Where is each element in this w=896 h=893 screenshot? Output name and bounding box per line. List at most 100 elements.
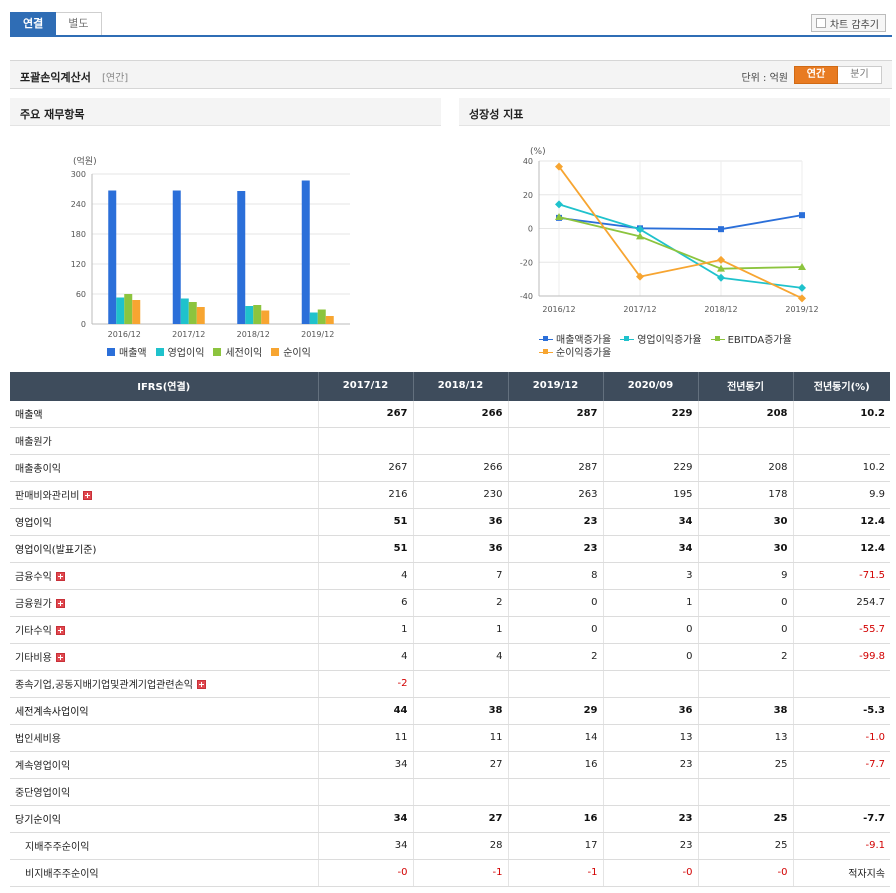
table-cell: 38 bbox=[412, 697, 508, 725]
table-cell: 44 bbox=[317, 697, 413, 725]
bar-1-3 bbox=[309, 312, 318, 324]
table-cell: 34 bbox=[602, 508, 698, 536]
legend-label: 영업이익증가율 bbox=[637, 335, 702, 346]
table-cell: 229 bbox=[602, 454, 698, 482]
x-tick-label: 2018/12 bbox=[704, 305, 737, 314]
row-label-cell: 매출원가 bbox=[10, 427, 318, 455]
table-cell: 36 bbox=[412, 508, 508, 536]
table-row: 금융원가 6 2 0 1 0 254.7 bbox=[10, 589, 890, 617]
bar-3-1 bbox=[196, 307, 205, 324]
point-1-0 bbox=[555, 200, 563, 209]
row-label: 법인세비용 bbox=[15, 734, 61, 745]
legend-item: 순이익 bbox=[271, 345, 311, 359]
table-cell: -7.7 bbox=[792, 751, 890, 779]
y-axis-label: (%) bbox=[530, 147, 546, 157]
table-cell: 29 bbox=[507, 697, 603, 725]
tab-separate[interactable]: 별도 bbox=[56, 12, 102, 36]
tab-annual[interactable]: 연간 bbox=[794, 66, 838, 84]
row-label-cell: 매출총이익 bbox=[10, 454, 318, 482]
table-cell: -9.1 bbox=[792, 832, 890, 860]
table-cell bbox=[792, 670, 890, 698]
table-cell: 34 bbox=[602, 535, 698, 563]
row-label: 비지배주주순이익 bbox=[25, 869, 99, 880]
row-label-cell: 기타수익 bbox=[10, 616, 318, 644]
column-header: IFRS(연결) bbox=[10, 372, 318, 400]
table-row: 영업이익 51 36 23 34 30 12.4 bbox=[10, 508, 890, 536]
table-cell bbox=[792, 427, 890, 455]
expand-plus-icon[interactable] bbox=[196, 680, 206, 689]
table-cell: 10.2 bbox=[792, 454, 890, 482]
expand-plus-icon[interactable] bbox=[55, 572, 65, 581]
table-cell: 0 bbox=[602, 616, 698, 644]
table-cell: 1 bbox=[317, 616, 413, 644]
row-label: 영업이익 bbox=[15, 518, 52, 529]
table-cell: 4 bbox=[412, 643, 508, 671]
row-label-cell: 영업이익 bbox=[10, 508, 318, 536]
table-cell: 4 bbox=[317, 562, 413, 590]
x-tick-label: 2019/12 bbox=[785, 305, 818, 314]
table-cell: 9.9 bbox=[792, 481, 890, 509]
table-cell: 0 bbox=[602, 643, 698, 671]
tab-consolidated[interactable]: 연결 bbox=[10, 12, 57, 36]
table-cell: -0 bbox=[697, 859, 793, 887]
major-items-legend: 매출액 영업이익 세전이익 순이익 bbox=[107, 345, 320, 359]
bar-1-1 bbox=[180, 298, 189, 324]
row-label-cell: 판매비와관리비 bbox=[10, 481, 318, 509]
table-cell: -1 bbox=[412, 859, 508, 887]
hide-chart-toggle[interactable]: 차트 감추기 bbox=[810, 14, 886, 32]
y-tick-label: 300 bbox=[71, 170, 86, 179]
expand-plus-icon[interactable] bbox=[83, 491, 93, 500]
bar-2-2 bbox=[253, 305, 262, 324]
period-toggle: 연간 분기 bbox=[794, 66, 882, 84]
legend-swatch bbox=[213, 347, 222, 356]
table-cell: -2 bbox=[317, 670, 413, 698]
legend-label: 순이익 bbox=[283, 348, 311, 359]
row-label-cell: 계속영업이익 bbox=[10, 751, 318, 779]
bar-1-2 bbox=[245, 306, 254, 324]
table-row: 종속기업,공동지배기업및관계기업관련손익 -2 bbox=[10, 670, 890, 698]
table-cell: 216 bbox=[317, 481, 413, 509]
y-tick-label: 240 bbox=[71, 200, 86, 209]
row-label: 종속기업,공동지배기업및관계기업관련손익 bbox=[15, 680, 193, 691]
table-cell: 23 bbox=[602, 832, 698, 860]
table-cell: 23 bbox=[602, 805, 698, 833]
tab-quarterly[interactable]: 분기 bbox=[838, 66, 882, 84]
table-cell: 12.4 bbox=[792, 508, 890, 536]
table-cell: 34 bbox=[317, 751, 413, 779]
table-cell bbox=[602, 778, 698, 806]
column-header: 전년동기 bbox=[697, 372, 793, 400]
table-cell: 23 bbox=[602, 751, 698, 779]
income-statement-table: IFRS(연결) 2017/12 2018/12 2019/12 2020/09 전년동기… bbox=[10, 372, 890, 887]
table-cell: 51 bbox=[317, 508, 413, 536]
y-tick-label: 180 bbox=[71, 230, 86, 239]
major-items-chart: (억원) 0 60 120 180 240 300 2016/12 2017/12 2018/12… bbox=[71, 155, 350, 339]
table-body: 매출액 267 266 287 229 208 10.2 매출원가 매출총이익 267 266 287… bbox=[10, 399, 890, 887]
table-row: 기타수익 1 1 0 0 0 -55.7 bbox=[10, 616, 890, 644]
legend-item: 세전이익 bbox=[213, 345, 262, 359]
row-label-cell: 매출액 bbox=[10, 399, 318, 428]
table-cell bbox=[697, 427, 793, 455]
table-cell: 10.2 bbox=[792, 399, 890, 428]
legend-item: 영업이익 bbox=[155, 345, 204, 359]
table-row: 법인세비용 11 11 14 13 13 -1.0 bbox=[10, 724, 890, 752]
unit-label: 단위 : 억원 bbox=[741, 73, 788, 84]
expand-plus-icon[interactable] bbox=[55, 653, 65, 662]
table-row: 매출원가 bbox=[10, 427, 890, 455]
expand-plus-icon[interactable] bbox=[55, 599, 65, 608]
bar-3-2 bbox=[261, 310, 270, 324]
table-row: 매출총이익 267 266 287 229 208 10.2 bbox=[10, 454, 890, 482]
row-label: 세전계속사업이익 bbox=[15, 707, 89, 718]
growth-legend: 매출액증가율 영업이익증가율 EBITDA증가율 순이익증가율 bbox=[539, 332, 819, 359]
table-cell: 6 bbox=[317, 589, 413, 617]
x-tick-label: 2017/12 bbox=[172, 330, 205, 339]
bar-0-1 bbox=[172, 190, 181, 324]
table-cell: 9 bbox=[697, 562, 793, 590]
bar-2-0 bbox=[124, 294, 133, 324]
table-cell: -1 bbox=[507, 859, 603, 887]
legend-swatch bbox=[155, 347, 164, 356]
expand-plus-icon[interactable] bbox=[55, 626, 65, 635]
table-cell: 208 bbox=[697, 454, 793, 482]
point-1-2 bbox=[717, 273, 725, 282]
table-cell: 28 bbox=[412, 832, 508, 860]
point-1-3 bbox=[798, 283, 806, 292]
